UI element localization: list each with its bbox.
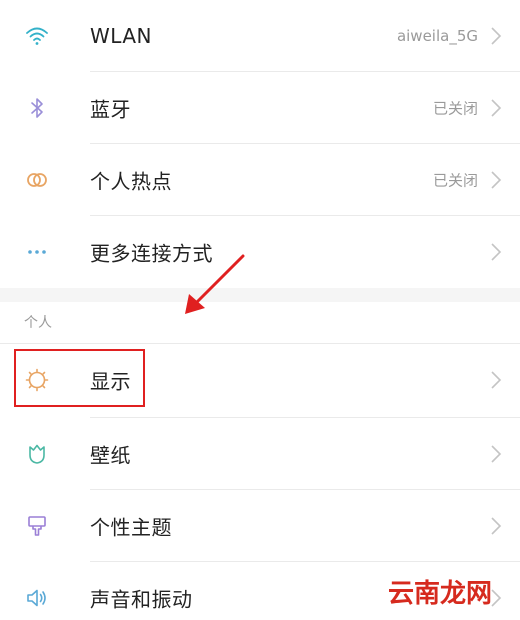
display-sun-icon <box>24 367 50 393</box>
settings-item-wlan[interactable]: WLAN aiweila_5G <box>0 0 520 72</box>
settings-item-theme[interactable]: 个性主题 <box>0 490 520 562</box>
chevron-right-icon <box>486 24 506 48</box>
speaker-icon <box>24 585 50 611</box>
chevron-right-icon <box>486 368 506 392</box>
bluetooth-label: 蓝牙 <box>90 97 131 122</box>
chevron-right-icon <box>486 442 506 466</box>
more-connections-label: 更多连接方式 <box>90 241 213 266</box>
theme-brush-icon <box>24 513 50 539</box>
bluetooth-icon <box>24 95 50 121</box>
settings-item-more-connections[interactable]: 更多连接方式 <box>0 216 520 288</box>
display-label: 显示 <box>90 369 131 394</box>
settings-item-hotspot[interactable]: 个人热点 已关闭 <box>0 144 520 216</box>
chevron-right-icon <box>486 514 506 538</box>
bluetooth-value: 已关闭 <box>432 99 478 118</box>
settings-item-display[interactable]: 显示 <box>0 344 520 416</box>
hotspot-icon <box>24 167 50 193</box>
theme-label: 个性主题 <box>90 515 172 540</box>
settings-item-wallpaper[interactable]: 壁纸 <box>0 418 520 490</box>
chevron-right-icon <box>486 586 506 610</box>
settings-item-sound[interactable]: 声音和振动 <box>0 562 520 620</box>
chevron-right-icon <box>486 168 506 192</box>
settings-item-bluetooth[interactable]: 蓝牙 已关闭 <box>0 72 520 144</box>
more-dots-icon <box>24 239 50 265</box>
settings-screen: WLAN aiweila_5G 蓝牙 已关闭 个人热点 已关闭 更多连接方式 个… <box>0 0 520 620</box>
wifi-icon <box>24 23 50 49</box>
section-separator <box>0 288 520 302</box>
chevron-right-icon <box>486 240 506 264</box>
section-header-personal: 个人 <box>24 315 52 331</box>
hotspot-label: 个人热点 <box>90 169 172 194</box>
wlan-label: WLAN <box>90 24 153 48</box>
hotspot-value: 已关闭 <box>432 171 478 190</box>
wallpaper-tulip-icon <box>24 441 50 467</box>
sound-label: 声音和振动 <box>90 587 193 612</box>
chevron-right-icon <box>486 96 506 120</box>
wlan-value: aiweila_5G <box>396 27 478 45</box>
wallpaper-label: 壁纸 <box>90 443 131 468</box>
